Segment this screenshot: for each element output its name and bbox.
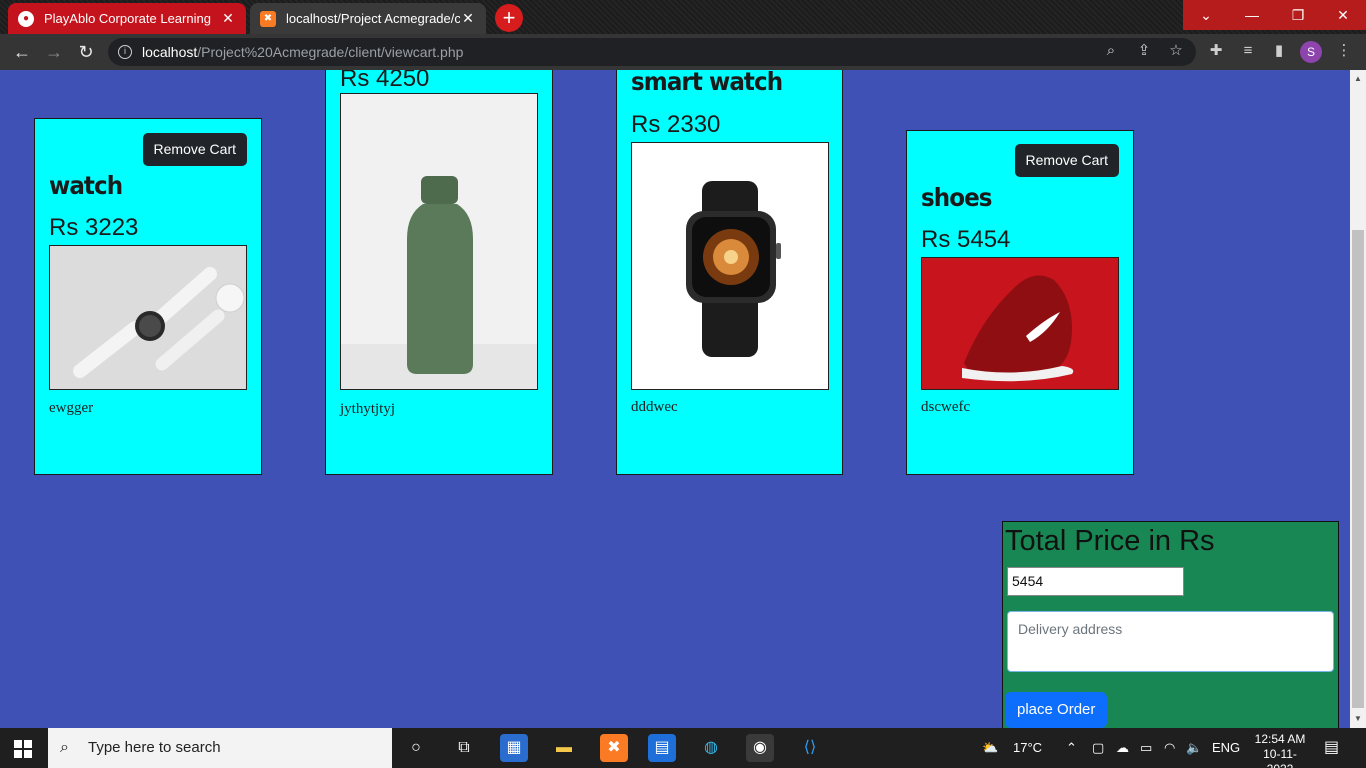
taskbar-search-box[interactable]: ⌕ Type here to search (48, 728, 392, 768)
delivery-address-textarea[interactable]: Delivery address (1007, 611, 1334, 672)
order-summary-panel: Total Price in Rs 5454 Delivery address … (1002, 521, 1339, 728)
browser-toolbar: ← → ↻ i localhost/Project%20Acmegrade/cl… (0, 34, 1366, 70)
clock-time: 12:54 AM (1254, 732, 1306, 746)
media-queue-icon[interactable]: ≡ (1237, 40, 1259, 62)
battery-icon[interactable]: ▭ (1140, 728, 1152, 768)
scrollbar-thumb[interactable] (1352, 230, 1364, 708)
scroll-down-arrow-icon[interactable]: ▼ (1350, 712, 1366, 726)
file-explorer-icon[interactable]: ▬ (550, 734, 578, 762)
tab-search-chevron-icon[interactable]: ⌄ (1183, 0, 1229, 30)
tab-title: PlayAblo Corporate Learning (44, 11, 211, 26)
start-windows-icon[interactable] (14, 740, 32, 758)
total-price-field[interactable]: 5454 (1007, 567, 1184, 596)
product-image (921, 257, 1119, 390)
forward-arrow-icon[interactable]: → (42, 40, 66, 64)
wifi-icon[interactable]: ◠ (1164, 728, 1175, 768)
extensions-puzzle-icon[interactable]: ✚ (1205, 40, 1227, 62)
windows-taskbar: ⌕ Type here to search ○ ⧉ ▦ ▬ ✖ ▤ ◍ ◉ ⟨⟩… (0, 728, 1366, 768)
remove-cart-button[interactable]: Remove Cart (1014, 144, 1119, 177)
product-name: watch (49, 171, 123, 200)
volume-icon[interactable]: 🔈 (1186, 728, 1202, 768)
tab-title: localhost/Project Acmegrade/clie (286, 11, 460, 26)
task-view-icon[interactable]: ⧉ (450, 734, 478, 762)
site-info-icon[interactable]: i (118, 45, 132, 59)
shoe-photo-icon (922, 258, 1118, 389)
tab-localhost[interactable]: ✖ localhost/Project Acmegrade/clie ✕ (250, 3, 486, 34)
url-host: localhost (142, 44, 198, 60)
taskbar-search-placeholder: Type here to search (88, 739, 221, 756)
edge-browser-icon[interactable]: ◍ (697, 734, 725, 762)
store-icon[interactable]: ▦ (500, 734, 528, 762)
restore-button[interactable]: ❐ (1275, 0, 1321, 30)
share-icon[interactable]: ⇪ (1133, 40, 1155, 62)
product-description: dscwefc (921, 399, 971, 415)
product-name: smart watch (631, 70, 783, 96)
product-description: ewgger (49, 400, 94, 416)
xampp-favicon-icon: ✖ (260, 10, 276, 27)
reload-icon[interactable]: ↻ (74, 40, 98, 64)
zoom-icon[interactable]: ⌕ (1100, 40, 1122, 62)
clock[interactable]: 12:54 AM 10-11-2022 (1250, 732, 1310, 768)
product-name: shoes (921, 183, 992, 212)
weather-temperature[interactable]: 17°C (1013, 728, 1042, 768)
product-image (49, 245, 247, 390)
meet-now-icon[interactable]: ▢ (1092, 728, 1104, 768)
product-image (631, 142, 829, 390)
profile-avatar[interactable]: S (1300, 41, 1322, 63)
address-bar[interactable]: i localhost/Project%20Acmegrade/client/v… (108, 38, 1196, 66)
scroll-up-arrow-icon[interactable]: ▲ (1350, 72, 1366, 86)
cortana-circle-icon[interactable]: ○ (402, 734, 430, 762)
tab-playablo[interactable]: ● PlayAblo Corporate Learning ✕ (8, 3, 246, 34)
side-panel-icon[interactable]: ▮ (1268, 40, 1290, 62)
total-price-heading: Total Price in Rs (1005, 525, 1215, 557)
product-price: Rs 3223 (49, 214, 139, 241)
hidden-icons-chevron-icon[interactable]: ⌃ (1066, 728, 1077, 768)
weather-cloud-icon[interactable]: ⛅ (982, 728, 998, 768)
bottle-photo-icon (341, 94, 537, 389)
product-price: Rs 4250 (340, 70, 430, 92)
onedrive-cloud-icon[interactable]: ☁ (1116, 728, 1129, 768)
bookmark-star-icon[interactable]: ☆ (1165, 40, 1187, 62)
place-order-button[interactable]: place Order (1005, 692, 1108, 728)
close-tab-icon[interactable]: ✕ (220, 10, 236, 27)
app-window-icon[interactable]: ▤ (648, 734, 676, 762)
close-window-button[interactable]: ✕ (1320, 0, 1366, 30)
cart-item-card: Remove Cart shoes Rs 5454 dscwefc (906, 130, 1134, 475)
product-description: dddwec (631, 399, 678, 415)
url-path: /Project%20Acmegrade/client/viewcart.php (197, 44, 464, 60)
clock-date: 10-11-2022 (1263, 747, 1297, 768)
product-image (340, 93, 538, 390)
playablo-favicon-icon: ● (18, 10, 34, 27)
vscode-icon[interactable]: ⟨⟩ (796, 734, 824, 762)
product-price: Rs 5454 (921, 226, 1011, 253)
close-tab-icon[interactable]: ✕ (460, 10, 476, 27)
cart-item-card: Rs 4250 jythytjtyj (325, 70, 553, 475)
back-arrow-icon[interactable]: ← (10, 40, 34, 64)
cart-item-card: Remove Cart watch Rs 3223 ewgger (34, 118, 262, 475)
notifications-icon[interactable]: ▤ (1324, 728, 1339, 768)
smartwatch-photo-icon (632, 143, 828, 389)
new-tab-button[interactable]: + (495, 4, 523, 32)
cart-page: Remove Cart watch Rs 3223 ewgger Rs 4250 (0, 70, 1350, 728)
search-icon: ⌕ (60, 739, 69, 756)
product-price: Rs 2330 (631, 111, 721, 138)
product-description: jythytjtyj (340, 401, 396, 417)
browser-menu-icon[interactable]: ⋮ (1333, 40, 1355, 62)
minimize-button[interactable]: — (1229, 0, 1275, 30)
browser-tab-strip: ● PlayAblo Corporate Learning ✕ ✖ localh… (0, 0, 1366, 34)
watch-photo-icon (50, 246, 246, 389)
input-language[interactable]: ENG (1212, 728, 1240, 768)
xampp-icon[interactable]: ✖ (600, 734, 628, 762)
remove-cart-button[interactable]: Remove Cart (142, 133, 247, 166)
cart-item-card: smart watch Rs 2330 dddwec (616, 70, 843, 475)
chrome-browser-icon[interactable]: ◉ (746, 734, 774, 762)
